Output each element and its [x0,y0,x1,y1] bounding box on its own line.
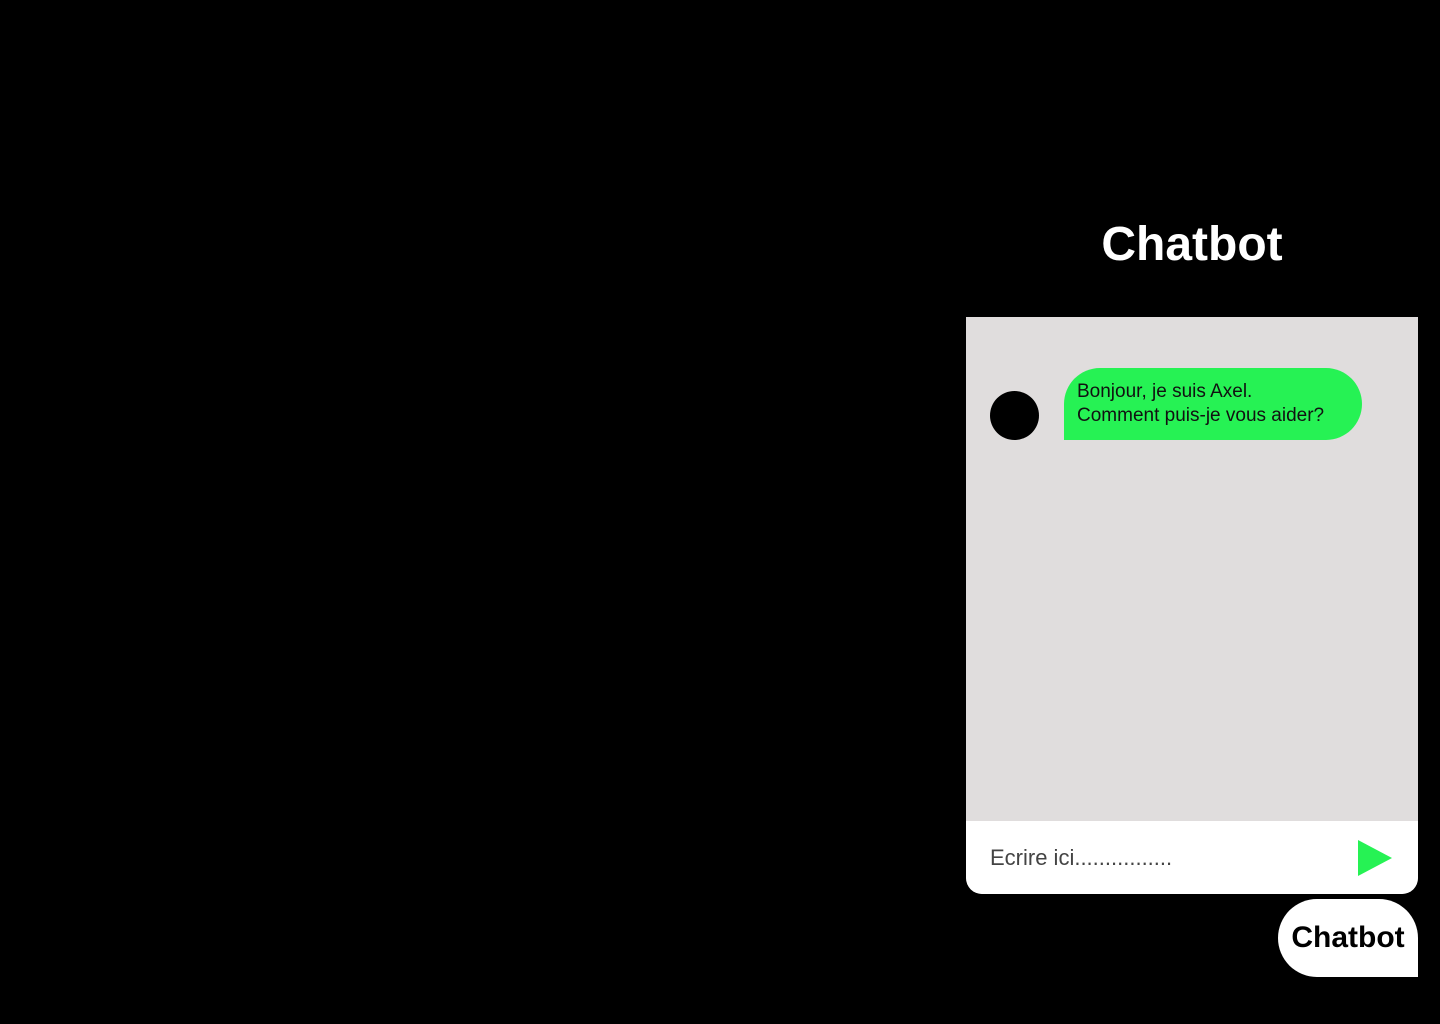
message-input[interactable] [990,844,1330,871]
bot-avatar [990,391,1039,440]
chat-title: Chatbot [1101,218,1283,271]
message-line: Bonjour, je suis Axel. [1077,380,1253,402]
message-list: Bonjour, je suis Axel. Comment puis-je v… [966,317,1418,821]
message-composer [966,821,1418,894]
chatbot-launcher-button[interactable]: Chatbot [1278,899,1418,977]
message-line: Comment puis-je vous aider? [1077,404,1325,426]
message-row-bot: Bonjour, je suis Axel. Comment puis-je v… [990,367,1362,440]
chat-window: Bonjour, je suis Axel. Comment puis-je v… [966,317,1418,894]
page: Chatbot Bonjour, je suis Axel. Comment p… [0,0,1440,1024]
bot-message-bubble: Bonjour, je suis Axel. Comment puis-je v… [1064,367,1362,440]
play-triangle-icon [1358,840,1392,876]
send-button[interactable] [1358,840,1392,876]
